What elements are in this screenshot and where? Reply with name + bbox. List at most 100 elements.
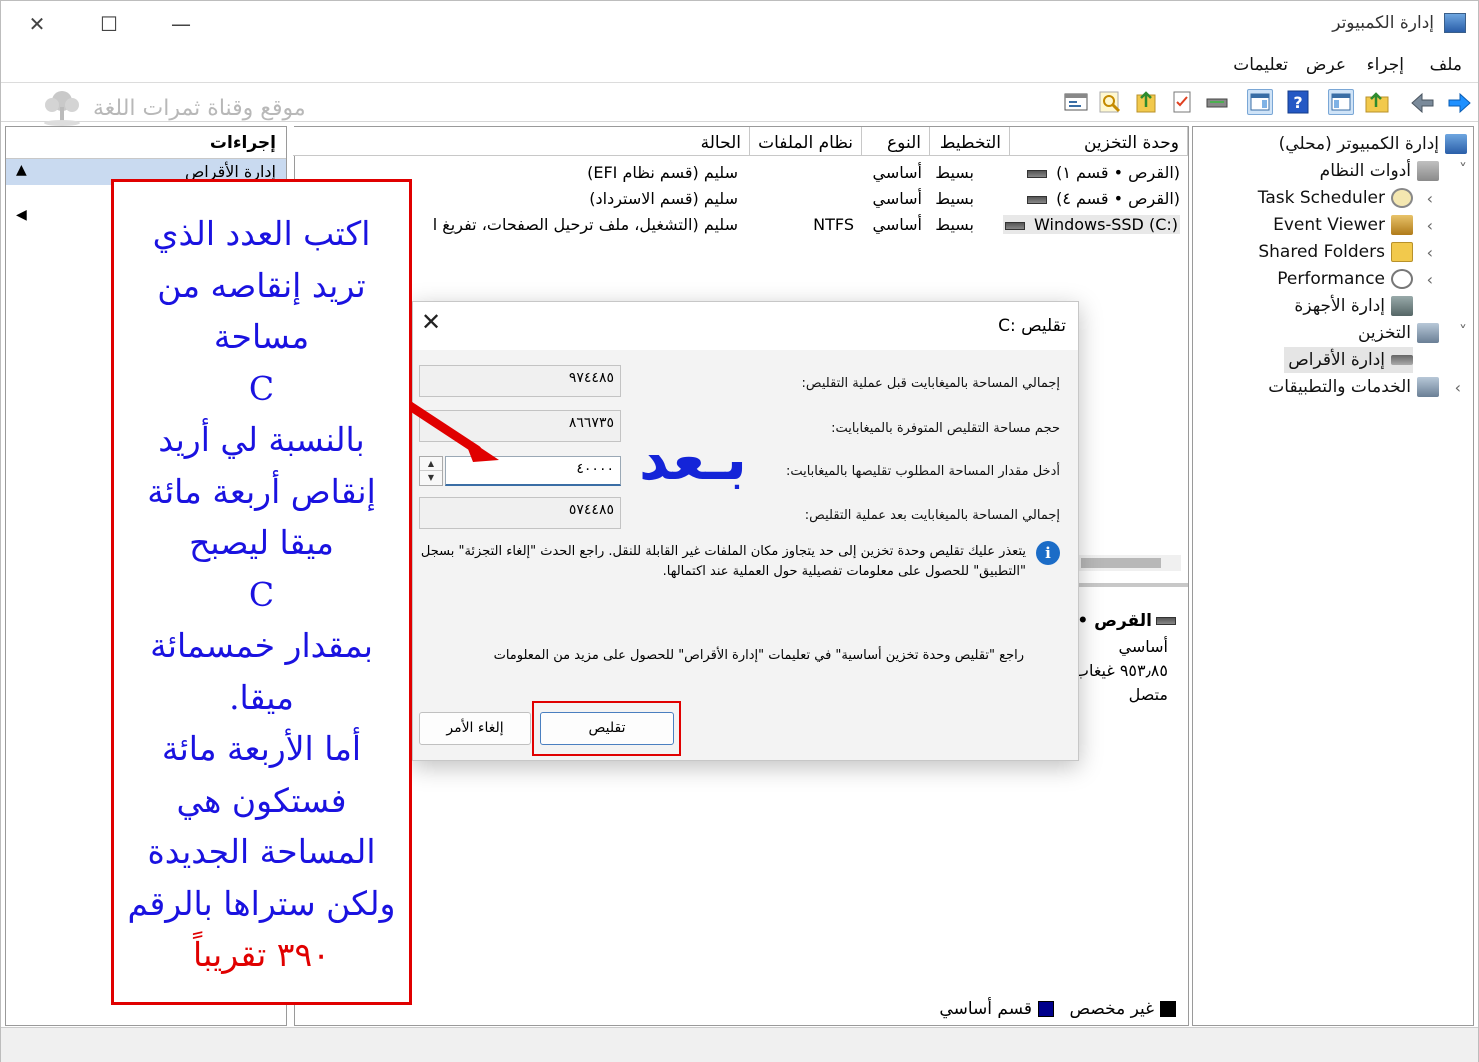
column-layout[interactable]: التخطيط bbox=[930, 127, 1010, 156]
annotation-line: فستكون هي bbox=[176, 780, 347, 820]
watermark: موقع وقناة ثمرات اللغة bbox=[39, 89, 306, 127]
disk-type: أساسي bbox=[1118, 637, 1168, 656]
annotation-line: C bbox=[248, 574, 275, 614]
layout-cell: بسيط bbox=[935, 163, 974, 182]
red-arrow-icon bbox=[402, 399, 499, 462]
maximize-button[interactable]: ☐ bbox=[91, 9, 127, 39]
annotation-line: بالنسبة لي أريد bbox=[158, 420, 365, 459]
performance-icon bbox=[1391, 269, 1413, 289]
type-cell: أساسي bbox=[872, 189, 922, 208]
menu-action[interactable]: إجراء bbox=[1367, 55, 1404, 75]
tree-item-performance[interactable]: Performance bbox=[1277, 266, 1413, 292]
menu-view[interactable]: عرض bbox=[1306, 55, 1346, 75]
services-icon bbox=[1417, 377, 1439, 397]
tree-item-services-apps[interactable]: الخدمات والتطبيقات bbox=[1268, 374, 1439, 400]
tree-item-label: أدوات النظام bbox=[1319, 161, 1411, 181]
tree-root[interactable]: إدارة الكمبيوتر (محلي) bbox=[1279, 131, 1467, 157]
storage-icon bbox=[1417, 323, 1439, 343]
chevron-left-icon[interactable]: ‹ bbox=[1427, 189, 1433, 208]
collapse-up-icon[interactable]: ▲ bbox=[16, 162, 27, 178]
cancel-button[interactable]: إلغاء الأمر bbox=[419, 712, 531, 745]
tree-item-storage[interactable]: التخزين bbox=[1358, 320, 1439, 346]
find-button[interactable] bbox=[1097, 89, 1123, 115]
tree-item-label: Shared Folders bbox=[1258, 242, 1385, 262]
view-button[interactable] bbox=[1063, 89, 1089, 115]
tree-item-label: Event Viewer bbox=[1273, 215, 1385, 235]
chevron-down-icon[interactable]: ˅ bbox=[1459, 160, 1467, 179]
close-window-button[interactable]: ✕ bbox=[19, 9, 55, 39]
spin-down-icon[interactable]: ▼ bbox=[420, 471, 442, 485]
console-tree-icon bbox=[1331, 93, 1351, 111]
shrink-dialog: تقليص :C ✕ إجمالي المساحة بالميغابايت قب… bbox=[412, 301, 1079, 761]
network-drive-icon bbox=[1206, 98, 1228, 108]
status-cell: سليم (قسم الاسترداد) bbox=[589, 189, 738, 208]
chevron-down-icon[interactable]: ˅ bbox=[1459, 322, 1467, 341]
status-bar bbox=[1, 1027, 1478, 1062]
chevron-left-icon[interactable]: ‹ bbox=[1427, 243, 1433, 262]
volume-name-cell: Windows-SSD (C:) bbox=[1002, 215, 1180, 234]
tree-item-event-viewer[interactable]: Event Viewer bbox=[1273, 212, 1413, 238]
help-icon: ? bbox=[1287, 90, 1309, 114]
annotation-line-red: ٣٩٠ تقريباً bbox=[193, 935, 330, 974]
up-folder-button[interactable] bbox=[1364, 89, 1390, 115]
tree-item-disk-management[interactable]: إدارة الأقراص bbox=[1284, 347, 1413, 373]
tree-item-label: إدارة الأقراص bbox=[1288, 350, 1385, 370]
tree-item-label: التخزين bbox=[1357, 323, 1411, 343]
chevron-left-icon[interactable]: ‹ bbox=[1427, 270, 1433, 289]
disk-management-icon bbox=[1391, 355, 1413, 365]
volume-icon bbox=[1004, 221, 1025, 230]
expand-more-actions-icon[interactable]: ◀ bbox=[16, 207, 27, 223]
available-shrink-label: حجم مساحة التقليص المتوفرة بالميغابايت: bbox=[831, 421, 1060, 436]
volume-name-cell: (القرص • قسم ٤) bbox=[1026, 189, 1180, 208]
menu-help[interactable]: تعليمات bbox=[1233, 55, 1288, 75]
window-view-icon bbox=[1064, 93, 1088, 111]
back-button[interactable] bbox=[1410, 90, 1436, 116]
minimize-button[interactable]: — bbox=[163, 9, 199, 39]
device-manager-icon bbox=[1391, 296, 1413, 316]
annotation-line: C bbox=[248, 368, 275, 408]
chevron-left-icon[interactable]: ‹ bbox=[1427, 216, 1433, 235]
show-hide-tree-button[interactable] bbox=[1328, 89, 1354, 115]
menu-bar: ملف إجراء عرض تعليمات bbox=[1, 49, 1478, 83]
show-action-pane-button[interactable] bbox=[1247, 89, 1273, 115]
column-volume[interactable]: وحدة التخزين bbox=[1010, 127, 1188, 156]
tree-item-task-scheduler[interactable]: Task Scheduler bbox=[1258, 185, 1413, 211]
tree-item-device-manager[interactable]: إدارة الأجهزة bbox=[1294, 293, 1413, 319]
status-cell: سليم (قسم نظام EFI) bbox=[587, 163, 738, 182]
tree-item-shared-folders[interactable]: Shared Folders bbox=[1258, 239, 1413, 265]
column-status[interactable]: الحالة bbox=[293, 127, 750, 156]
connect-button[interactable] bbox=[1204, 89, 1230, 115]
close-icon: ✕ bbox=[420, 308, 442, 336]
scrollbar-thumb[interactable] bbox=[1081, 558, 1161, 568]
maximize-icon: ☐ bbox=[100, 12, 118, 36]
export-list-icon bbox=[1136, 91, 1156, 113]
menu-file[interactable]: ملف bbox=[1430, 55, 1462, 75]
type-cell: أساسي bbox=[872, 215, 922, 234]
chevron-left-icon[interactable]: ‹ bbox=[1455, 378, 1461, 397]
shared-folder-icon bbox=[1391, 242, 1413, 262]
forward-button[interactable] bbox=[1446, 90, 1472, 116]
column-filesystem[interactable]: نظام الملفات bbox=[750, 127, 862, 156]
disk-size: ٩٥٣٫٨٥ غيغاب bbox=[1073, 661, 1168, 680]
column-type[interactable]: النوع bbox=[862, 127, 930, 156]
tree-logo-icon bbox=[44, 91, 80, 126]
disk-label: القرص • bbox=[1077, 611, 1180, 631]
help-button[interactable]: ? bbox=[1285, 89, 1311, 115]
total-before-label: إجمالي المساحة بالميغابايت قبل عملية الت… bbox=[801, 376, 1060, 391]
annotation-line: ولكن ستراها بالرقم bbox=[127, 883, 396, 923]
export-button[interactable] bbox=[1133, 89, 1159, 115]
properties-button[interactable] bbox=[1169, 89, 1195, 115]
tree-item-label: الخدمات والتطبيقات bbox=[1268, 377, 1411, 397]
volume-name-cell: (القرص • قسم ١) bbox=[1026, 163, 1180, 182]
disk-status: متصل bbox=[1128, 685, 1168, 704]
tree-root-label: إدارة الكمبيوتر (محلي) bbox=[1278, 134, 1439, 154]
total-before-value: ٩٧٤٤٨٥ bbox=[419, 365, 621, 397]
svg-text:?: ? bbox=[1293, 93, 1302, 112]
legend-unallocated: غير مخصص bbox=[1070, 999, 1176, 1019]
info-icon: i bbox=[1036, 541, 1060, 565]
dialog-close-button[interactable]: ✕ bbox=[417, 308, 445, 340]
legend-primary: قسم أساسي bbox=[939, 999, 1054, 1019]
tree-item-system-tools[interactable]: أدوات النظام bbox=[1320, 158, 1439, 184]
event-viewer-icon bbox=[1391, 215, 1413, 235]
primary-partition-swatch bbox=[1038, 1001, 1054, 1017]
